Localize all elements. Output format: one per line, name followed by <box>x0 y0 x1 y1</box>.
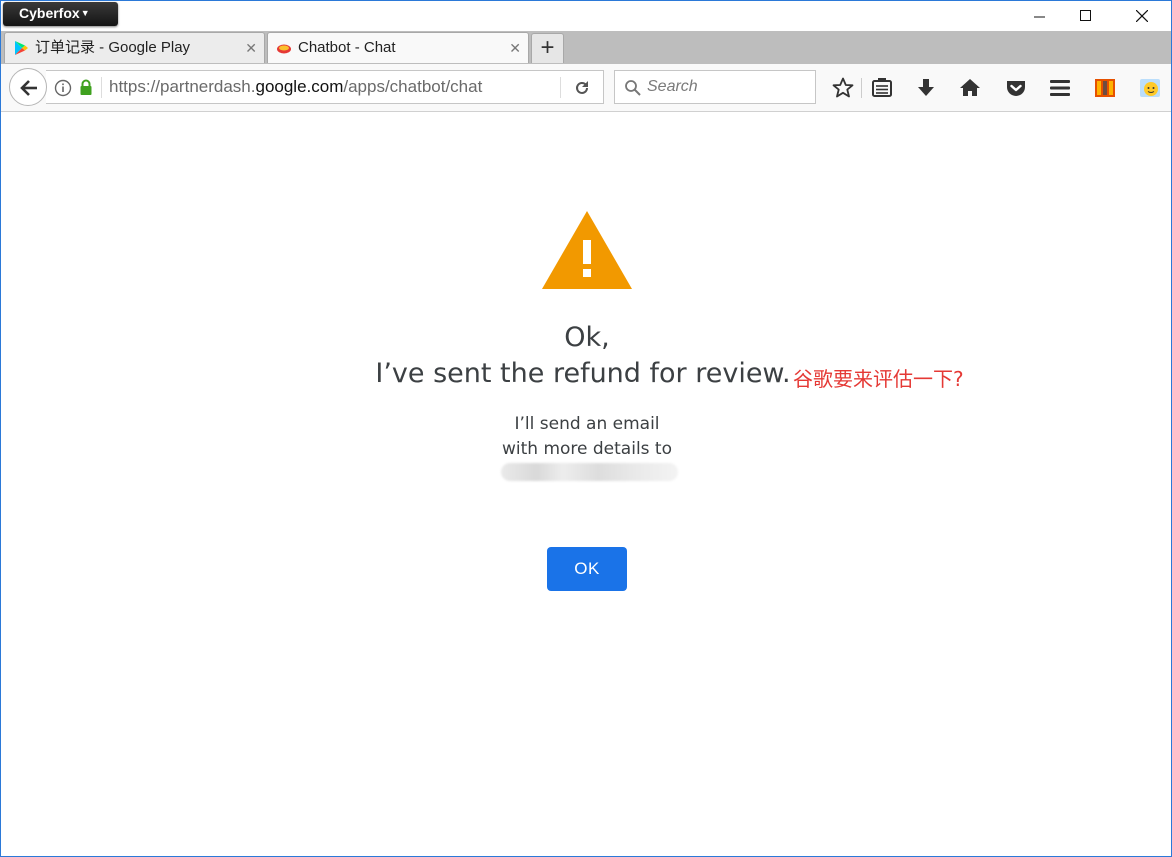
extension-face-icon[interactable] <box>1138 76 1162 100</box>
dialog-heading-line2: I’ve sent the refund for review. <box>375 358 791 389</box>
search-input[interactable] <box>647 74 807 100</box>
tab-google-play[interactable]: 订单记录 - Google Play ✕ <box>4 32 265 63</box>
title-bar: Cyberfox▼ <box>1 1 1171 31</box>
maximize-icon <box>1080 10 1091 21</box>
divider <box>861 78 862 98</box>
ok-button[interactable]: OK <box>547 547 627 591</box>
minimize-button[interactable] <box>1017 1 1063 31</box>
close-icon <box>1136 10 1148 22</box>
search-box[interactable] <box>614 70 816 104</box>
tab-close-icon[interactable]: ✕ <box>245 33 257 63</box>
url-text[interactable]: https://partnerdash.google.com/apps/chat… <box>109 71 531 103</box>
url-bar[interactable]: https://partnerdash.google.com/apps/chat… <box>46 70 604 104</box>
browser-window: Cyberfox▼ 订单记录 - Google Play ✕ Chatbot -… <box>0 0 1172 857</box>
pocket-icon[interactable] <box>1004 76 1028 100</box>
reading-list-icon[interactable] <box>870 76 894 100</box>
back-button[interactable] <box>9 68 47 106</box>
arrow-left-icon <box>20 80 37 96</box>
divider <box>560 77 561 98</box>
home-icon[interactable] <box>958 76 982 100</box>
tab-close-icon[interactable]: ✕ <box>509 33 521 63</box>
bookmark-star-icon[interactable] <box>831 76 855 100</box>
tab-title: 订单记录 - Google Play <box>35 39 191 56</box>
close-window-button[interactable] <box>1119 1 1165 31</box>
download-icon[interactable] <box>914 76 938 100</box>
app-menu-label: Cyberfox <box>19 5 80 21</box>
tab-chatbot[interactable]: Chatbot - Chat ✕ <box>267 32 529 63</box>
url-path: /apps/chatbot/chat <box>343 77 483 96</box>
tab-strip: 订单记录 - Google Play ✕ Chatbot - Chat ✕ + <box>1 31 1171 64</box>
info-icon[interactable] <box>54 79 72 97</box>
lock-icon[interactable] <box>79 79 93 96</box>
dialog-heading-line1: Ok, <box>564 322 610 353</box>
dialog-body-line1: I’ll send an email <box>514 414 660 434</box>
chevron-down-icon: ▼ <box>80 8 90 18</box>
tab-title: Chatbot - Chat <box>298 39 396 56</box>
extension-flag-icon[interactable] <box>1093 76 1117 100</box>
google-play-icon <box>15 41 28 55</box>
search-icon <box>625 80 641 96</box>
maximize-button[interactable] <box>1063 1 1109 31</box>
app-menu-button[interactable]: Cyberfox▼ <box>3 2 118 26</box>
menu-icon[interactable] <box>1048 76 1072 100</box>
divider <box>101 77 102 98</box>
reload-icon[interactable] <box>573 79 591 97</box>
dialog-body-line2: with more details to <box>501 439 673 459</box>
warning-icon <box>542 211 632 289</box>
page-content: Ok, I’ve sent the refund for review. 谷歌要… <box>1 112 1171 856</box>
chatbot-favicon-icon <box>277 44 291 54</box>
annotation-text: 谷歌要来评估一下? <box>793 367 964 391</box>
new-tab-button[interactable]: + <box>531 33 564 63</box>
minimize-icon <box>1034 16 1045 18</box>
url-prefix: https://partnerdash. <box>109 77 256 96</box>
navigation-toolbar: https://partnerdash.google.com/apps/chat… <box>1 64 1171 112</box>
url-domain: google.com <box>255 77 344 96</box>
plus-icon: + <box>540 34 555 61</box>
redacted-email <box>501 463 678 481</box>
